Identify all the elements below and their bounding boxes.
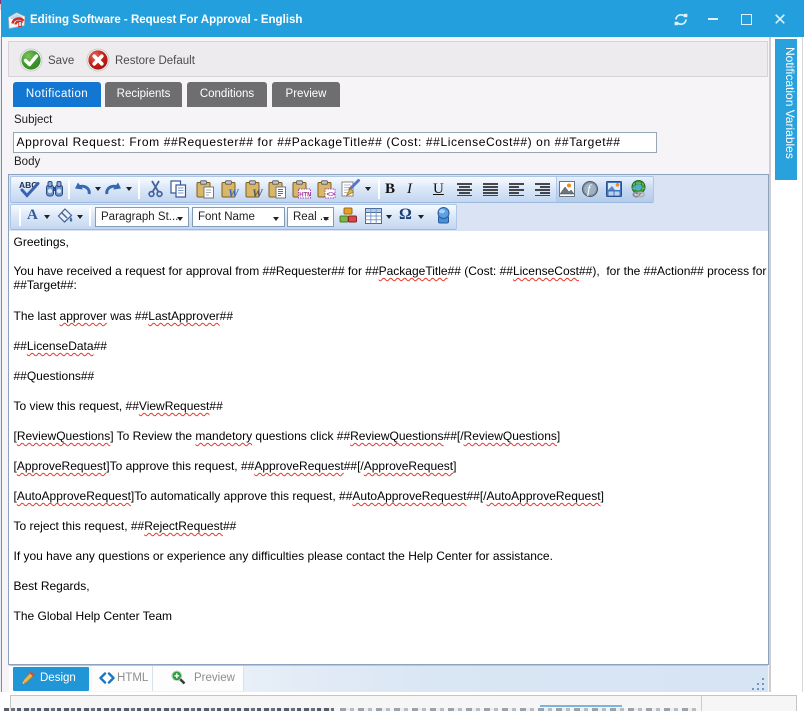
svg-text:W: W bbox=[228, 186, 240, 199]
svg-text:W: W bbox=[252, 186, 264, 199]
svg-text:HTML: HTML bbox=[299, 193, 311, 199]
svg-text:<>: <> bbox=[327, 190, 336, 199]
